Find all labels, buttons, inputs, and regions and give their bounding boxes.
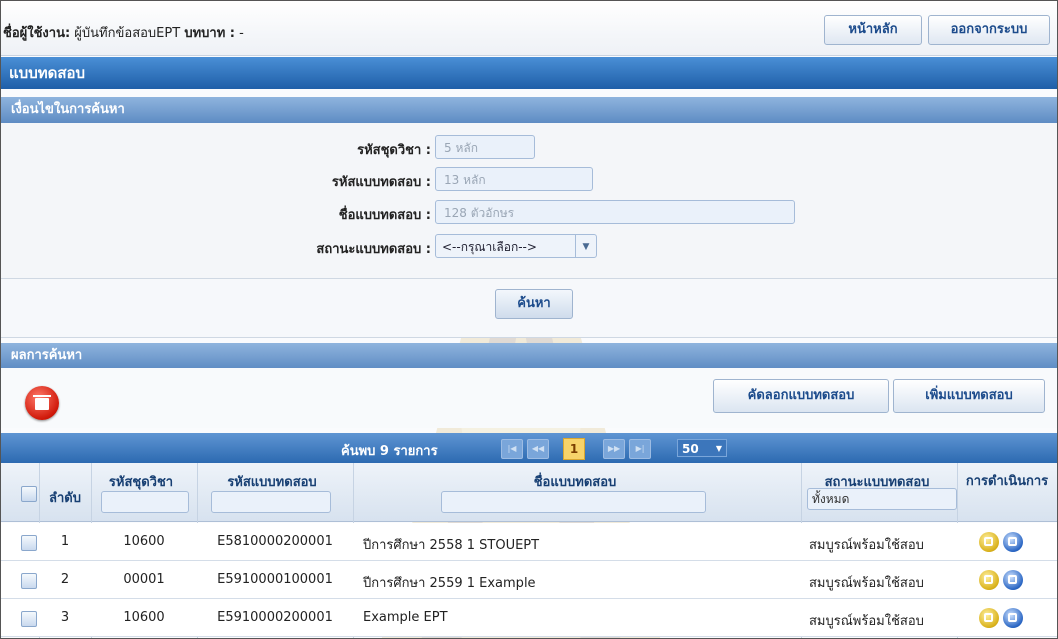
col-course-code[interactable]: รหัสชุดวิชา: [91, 471, 191, 492]
user-bar: ชื่อผู้ใช้งาน: ผู้บันทึกข้อสอบEPT บทบาท …: [1, 1, 1057, 56]
first-page-icon[interactable]: |◀: [501, 439, 523, 459]
app-window: ชื่อผู้ใช้งาน: ผู้บันทึกข้อสอบEPT บทบาท …: [0, 0, 1058, 639]
row-course-code: 10600: [123, 534, 165, 549]
course-code-input[interactable]: 5 หลัก: [435, 135, 535, 159]
status-select[interactable]: <--กรุณาเลือก--> ▼: [435, 234, 597, 258]
col-order: ลำดับ: [49, 491, 81, 506]
course-code-label: รหัสชุดวิชา :: [357, 143, 431, 158]
row-checkbox[interactable]: [21, 611, 37, 627]
results-section-header: ผลการค้นหา: [1, 343, 1057, 369]
role-value: -: [239, 26, 244, 41]
row-checkbox[interactable]: [21, 573, 37, 589]
edit-icon[interactable]: [979, 532, 999, 552]
test-name-filter[interactable]: [441, 491, 706, 513]
test-code-input[interactable]: 13 หลัก: [435, 167, 593, 191]
home-button[interactable]: หน้าหลัก: [824, 15, 922, 45]
logout-button[interactable]: ออกจากระบบ: [928, 15, 1050, 45]
status-select-value: <--กรุณาเลือก-->: [442, 240, 537, 254]
row-order: 3: [60, 610, 70, 625]
chevron-down-icon: ▼: [715, 444, 722, 453]
col-test-code[interactable]: รหัสแบบทดสอบ: [197, 471, 347, 492]
row-order: 2: [60, 572, 70, 587]
user-info: ชื่อผู้ใช้งาน: ผู้บันทึกข้อสอบEPT บทบาท …: [3, 22, 244, 43]
row-status: สมบูรณ์พร้อมใช้สอบ: [809, 538, 924, 553]
page-size-select[interactable]: 50 ▼: [677, 439, 727, 457]
status-label: สถานะแบบทดสอบ :: [316, 242, 431, 257]
search-section-header: เงื่อนไขในการค้นหา: [1, 97, 1057, 123]
user-label: ชื่อผู้ใช้งาน:: [3, 26, 71, 41]
row-test-name: ปีการศึกษา 2559 1 Example: [363, 576, 536, 591]
col-action: การดำเนินการ: [965, 474, 1049, 489]
row-test-code: E5910000200001: [217, 610, 333, 625]
prev-page-icon[interactable]: ◀◀: [527, 439, 549, 459]
next-page-icon[interactable]: ▶▶: [603, 439, 625, 459]
view-icon[interactable]: [1003, 608, 1023, 628]
edit-icon[interactable]: [979, 570, 999, 590]
user-value: ผู้บันทึกข้อสอบEPT: [74, 26, 181, 41]
course-code-filter[interactable]: [101, 491, 189, 513]
trash-icon[interactable]: [25, 386, 59, 420]
search-button[interactable]: ค้นหา: [495, 289, 573, 319]
copy-test-button[interactable]: คัดลอกแบบทดสอบ: [713, 379, 889, 413]
test-name-input[interactable]: 128 ตัวอักษร: [435, 200, 795, 224]
last-page-icon[interactable]: ▶|: [629, 439, 651, 459]
current-page[interactable]: 1: [563, 438, 585, 460]
test-code-filter[interactable]: [211, 491, 331, 513]
select-all-checkbox[interactable]: [21, 486, 37, 502]
chevron-down-icon[interactable]: ▼: [575, 235, 596, 257]
view-icon[interactable]: [1003, 570, 1023, 590]
row-test-code: E5810000200001: [217, 534, 333, 549]
view-icon[interactable]: [1003, 532, 1023, 552]
row-test-code: E5910000100001: [217, 572, 333, 587]
row-status: สมบูรณ์พร้อมใช้สอบ: [809, 576, 924, 591]
edit-icon[interactable]: [979, 608, 999, 628]
page-size-value: 50: [682, 442, 699, 456]
test-name-label: ชื่อแบบทดสอบ :: [338, 208, 431, 223]
result-count: ค้นพบ 9 รายการ: [341, 444, 438, 459]
row-status: สมบูรณ์พร้อมใช้สอบ: [809, 614, 924, 629]
row-test-name: Example EPT: [363, 610, 448, 625]
row-checkbox[interactable]: [21, 535, 37, 551]
role-label: บทบาท :: [184, 26, 235, 41]
row-course-code: 10600: [123, 610, 165, 625]
status-filter[interactable]: ทั้งหมด: [807, 488, 957, 510]
row-order: 1: [60, 534, 70, 549]
page-title: แบบทดสอบ: [1, 57, 1057, 89]
add-test-button[interactable]: เพิ่มแบบทดสอบ: [893, 379, 1045, 413]
row-course-code: 00001: [123, 572, 165, 587]
status-filter-value: ทั้งหมด: [812, 492, 850, 506]
col-test-name[interactable]: ชื่อแบบทดสอบ: [355, 471, 795, 492]
row-test-name: ปีการศึกษา 2558 1 STOUEPT: [363, 538, 540, 553]
test-code-label: รหัสแบบทดสอบ :: [331, 175, 431, 190]
